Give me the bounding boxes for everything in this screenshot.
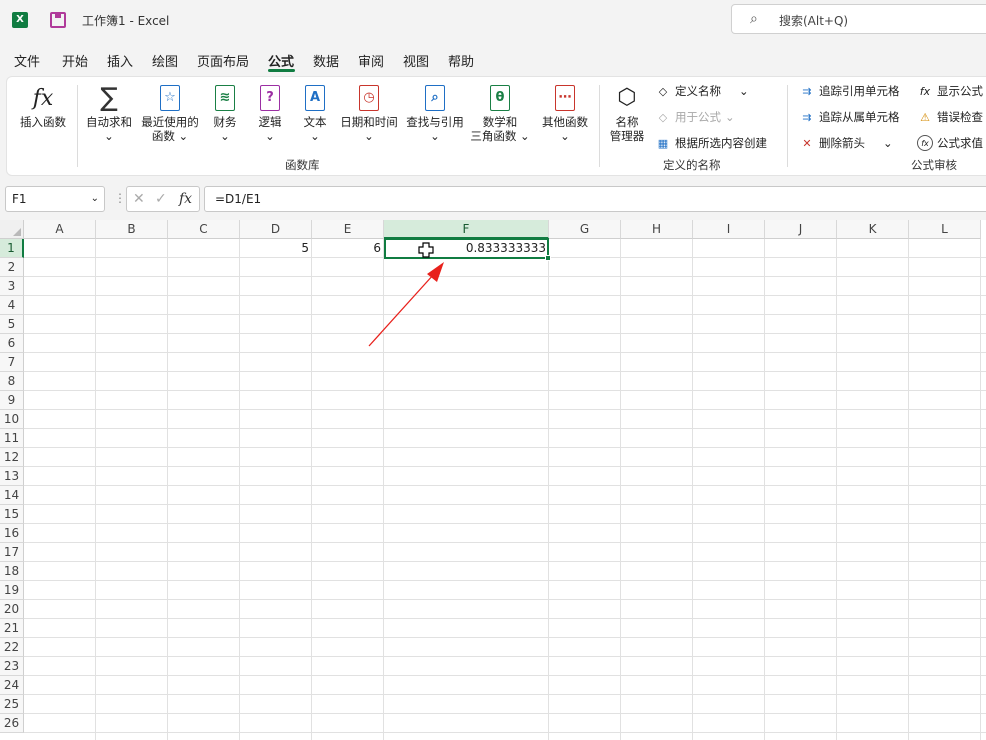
cursor-cross-icon (418, 242, 434, 258)
red-arrow (368, 262, 444, 347)
annotation-overlay (368, 242, 444, 347)
